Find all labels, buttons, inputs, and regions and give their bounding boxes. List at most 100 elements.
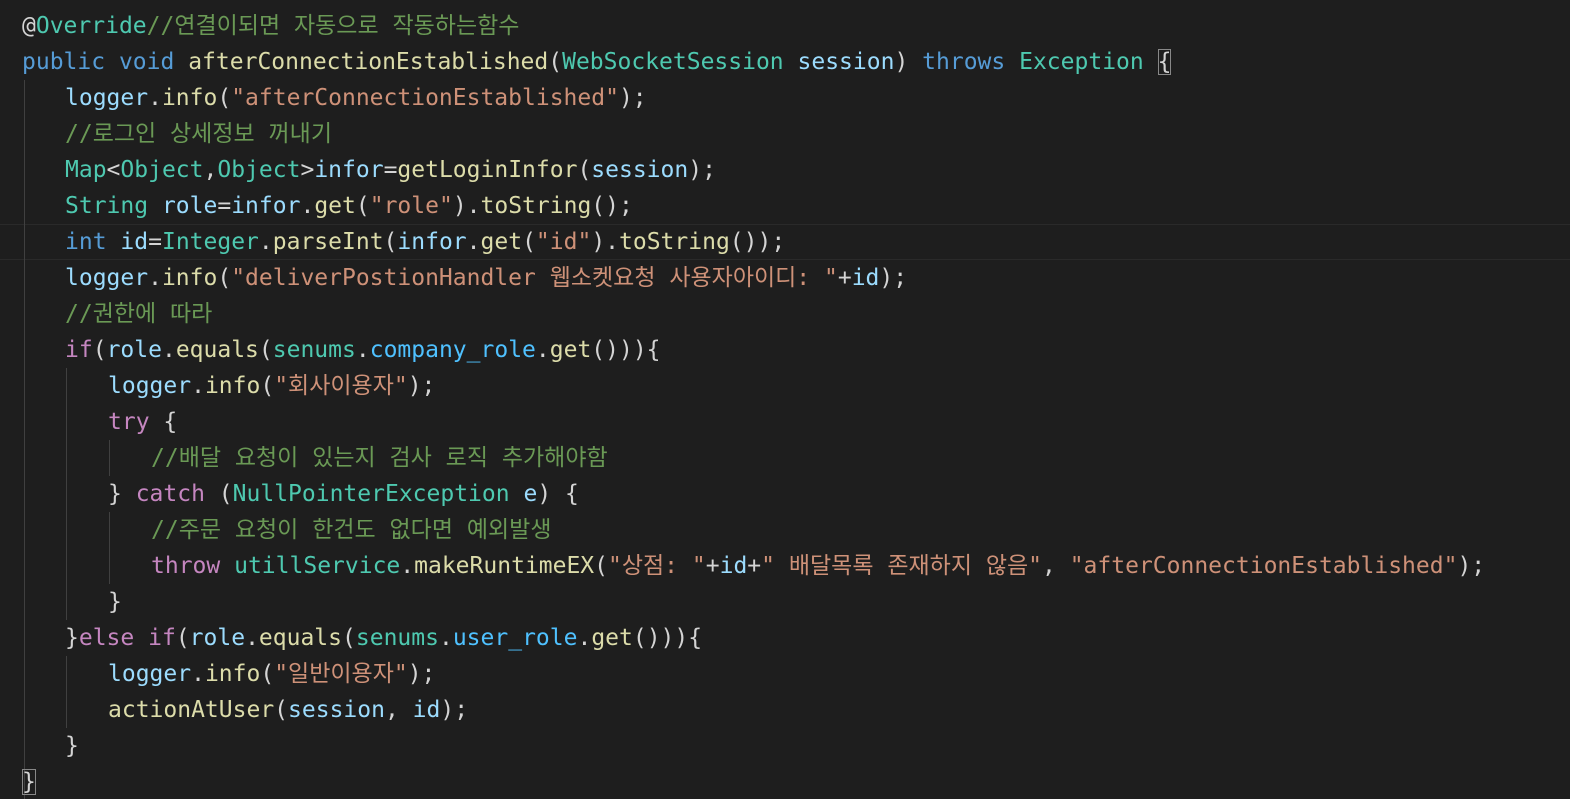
code-token: role (106, 337, 162, 363)
indent-guide (66, 368, 67, 404)
code-token: Exception (1019, 49, 1144, 75)
code-text: throw utillService.makeRuntimeEX("상점: "+… (151, 548, 1485, 584)
code-line[interactable]: logger.info("회사이용자"); (0, 368, 1570, 404)
code-line[interactable]: logger.info("일반이용자"); (0, 656, 1570, 692)
code-token: WebSocketSession (562, 49, 784, 75)
code-token: get (591, 625, 633, 651)
matched-bracket: } (22, 769, 36, 795)
code-line[interactable]: } (0, 764, 1570, 799)
code-token: parseInt (272, 229, 384, 255)
code-line[interactable]: }else if(role.equals(senums.user_role.ge… (0, 620, 1570, 656)
code-text: //권한에 따라 (65, 296, 212, 332)
code-token: "일반이용자" (274, 661, 408, 687)
code-token: = (383, 157, 398, 183)
code-line[interactable]: } catch (NullPointerException e) { (0, 476, 1570, 512)
code-token: + (837, 265, 852, 291)
code-token: logger (65, 85, 149, 111)
code-token: ); (618, 85, 647, 111)
code-token: Integer (161, 229, 259, 255)
code-text: } (65, 728, 79, 764)
code-line[interactable]: try { (0, 404, 1570, 440)
code-token: . (148, 85, 162, 111)
code-text: //배달 요청이 있는지 검사 로직 추가해야함 (151, 440, 608, 476)
code-line[interactable]: logger.info("deliverPostionHandler 웹소켓요청… (0, 260, 1570, 296)
code-token: id (412, 697, 441, 723)
code-token: infor (231, 193, 301, 219)
code-token: logger (108, 373, 192, 399)
code-token: id (120, 229, 149, 255)
code-line[interactable]: String role=infor.get("role").toString()… (0, 188, 1570, 224)
code-token: equals (258, 625, 343, 651)
code-token: //주문 요청이 한건도 없다면 예외발생 (151, 517, 552, 543)
code-token: id (851, 265, 880, 291)
code-token: session (591, 157, 689, 183)
code-token: . (438, 625, 453, 651)
code-token: ( (522, 229, 536, 255)
code-line[interactable]: if(role.equals(senums.company_role.get()… (0, 332, 1570, 368)
code-line[interactable]: } (0, 584, 1570, 620)
code-token: "role" (369, 193, 453, 219)
code-token: ); (688, 157, 716, 183)
code-line[interactable]: int id=Integer.parseInt(infor.get("id").… (0, 224, 1570, 260)
code-token: , (1042, 553, 1070, 579)
code-token: ())){ (632, 625, 703, 651)
indent-guide (24, 296, 25, 332)
code-token: company_role (369, 337, 536, 363)
code-token: (); (591, 193, 633, 219)
code-token: ( (217, 85, 232, 111)
code-line[interactable]: //권한에 따라 (0, 296, 1570, 332)
indent-guide (24, 188, 25, 224)
code-line[interactable]: public void afterConnectionEstablished(W… (0, 44, 1570, 80)
code-token: if (148, 625, 176, 651)
code-token: "afterConnectionEstablished" (231, 85, 619, 111)
code-token: int (65, 229, 107, 255)
code-token: Object (217, 157, 301, 183)
code-token: . (191, 373, 205, 399)
code-token: Object (120, 157, 204, 183)
indent-guide (24, 368, 25, 404)
code-line[interactable]: //주문 요청이 한건도 없다면 예외발생 (0, 512, 1570, 548)
code-token: @ (22, 13, 36, 39)
code-text: int id=Integer.parseInt(infor.get("id").… (65, 224, 785, 260)
code-token: senums (355, 625, 439, 651)
code-line[interactable]: logger.info("afterConnectionEstablished"… (0, 80, 1570, 116)
code-token: public (22, 49, 106, 75)
code-line[interactable]: throw utillService.makeRuntimeEX("상점: "+… (0, 548, 1570, 584)
code-token: ( (548, 49, 563, 75)
code-line[interactable]: @Override//연결이되면 자동으로 작동하는함수 (0, 8, 1570, 44)
code-token: infor (397, 229, 467, 255)
code-token: ); (879, 265, 908, 291)
code-line[interactable]: //로그인 상세정보 꺼내기 (0, 116, 1570, 152)
code-line[interactable]: Map<Object,Object>infor=getLoginInfor(se… (0, 152, 1570, 188)
code-token: toString (619, 229, 730, 255)
code-token: ( (383, 229, 398, 255)
code-token: . (258, 229, 273, 255)
indent-guide (24, 512, 25, 548)
matched-bracket: { (1157, 49, 1172, 75)
code-line[interactable]: actionAtUser(session, id); (0, 692, 1570, 728)
indent-guide (66, 404, 67, 440)
code-token: String (65, 193, 149, 219)
code-token: Map (65, 157, 107, 183)
indent-guide (24, 80, 25, 116)
code-token: ( (175, 625, 190, 651)
code-token: if (65, 337, 93, 363)
code-token: get (314, 193, 356, 219)
indent-guide (66, 692, 67, 728)
code-token: info (204, 373, 261, 399)
indent-guide (66, 548, 67, 584)
code-line[interactable]: //배달 요청이 있는지 검사 로직 추가해야함 (0, 440, 1570, 476)
indent-guide (24, 440, 25, 476)
code-token: logger (65, 265, 149, 291)
code-editor[interactable]: @Override//연결이되면 자동으로 작동하는함수 public void … (0, 0, 1570, 799)
code-token: + (747, 553, 762, 579)
code-token: ) (894, 49, 923, 75)
code-token: ( (342, 625, 356, 651)
code-token: { (149, 409, 178, 435)
code-text: logger.info("회사이용자"); (108, 368, 435, 404)
code-line[interactable]: } (0, 728, 1570, 764)
